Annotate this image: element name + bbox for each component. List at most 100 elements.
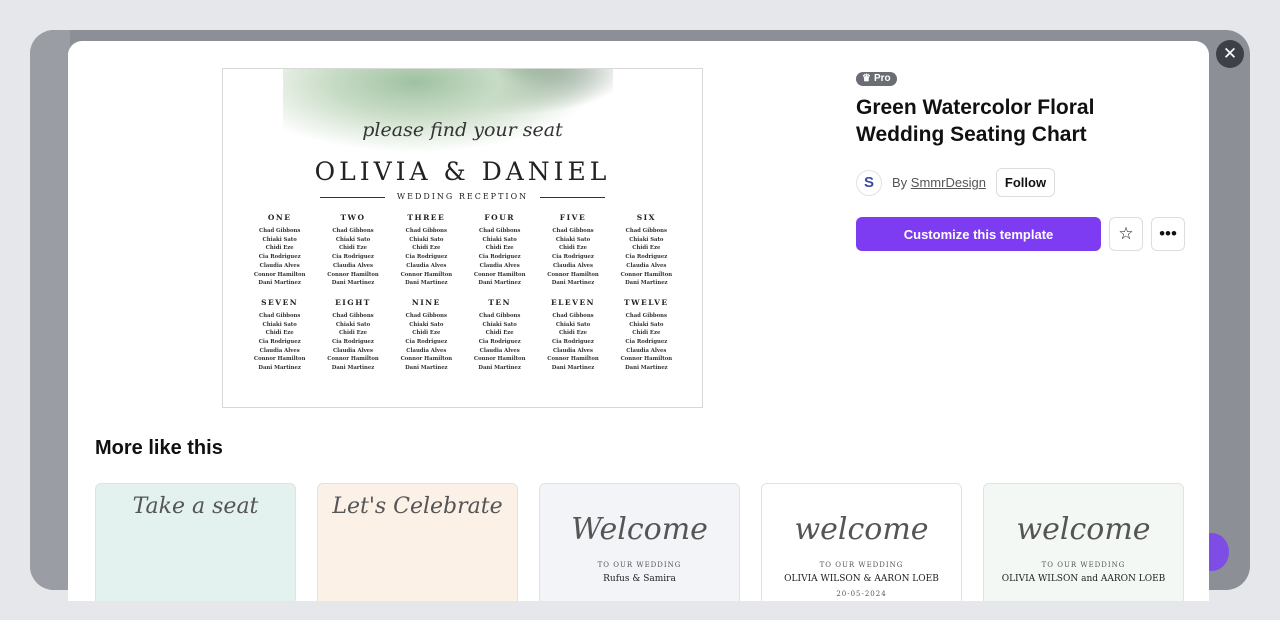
guest-name: Claudia Alves bbox=[552, 262, 594, 269]
template-modal: please find your seat OLIVIA & DANIEL WE… bbox=[68, 41, 1209, 601]
author-byline: By SmmrDesign bbox=[892, 175, 986, 190]
guest-name: Dani Martinez bbox=[551, 280, 595, 287]
guest-name: Dani Martinez bbox=[258, 280, 301, 287]
table-name: THREE bbox=[407, 213, 446, 222]
guest-name: Chiaki Sato bbox=[335, 321, 371, 328]
guest-name: Cia Rodriguez bbox=[552, 254, 594, 261]
guest-name: Chiaki Sato bbox=[262, 321, 297, 328]
customize-template-button[interactable]: Customize this template bbox=[856, 217, 1101, 251]
guest-name: Cia Rodriguez bbox=[332, 339, 374, 346]
guest-name: Connor Hamilton bbox=[400, 271, 453, 278]
table-name: TEN bbox=[488, 297, 511, 307]
guest-name: Chiaki Sato bbox=[409, 321, 444, 328]
author-avatar[interactable]: S bbox=[856, 169, 882, 196]
guest-name: Chad Gibbons bbox=[405, 312, 447, 319]
guest-name: Claudia Alves bbox=[332, 262, 374, 269]
guest-name: Claudia Alves bbox=[332, 347, 374, 354]
guest-name: Chiaki Sato bbox=[555, 321, 591, 328]
table-three: THREE Chad Gibbons Chiaki Sato Chidi Eze Cia… bbox=[390, 213, 463, 288]
guest-name: Chiaki Sato bbox=[482, 236, 517, 243]
guest-name: Chidi Eze bbox=[412, 330, 441, 337]
guest-name: Chad Gibbons bbox=[258, 228, 301, 234]
guest-name: Cia Rodriguez bbox=[405, 254, 448, 261]
guest-name: Dani Martinez bbox=[331, 280, 375, 287]
guest-name: Connor Hamilton bbox=[473, 356, 526, 363]
template-preview[interactable]: please find your seat OLIVIA & DANIEL WE… bbox=[222, 68, 703, 408]
table-nine: NINE Chad Gibbons Chiaki Sato Chidi Eze Cia … bbox=[390, 298, 463, 373]
pro-badge: ♛ Pro bbox=[856, 71, 897, 86]
guest-name: Chidi Eze bbox=[485, 330, 514, 337]
guest-name: Dani Martinez bbox=[405, 280, 448, 287]
table-name: ELEVEN bbox=[550, 297, 596, 307]
guest-name: Chad Gibbons bbox=[552, 312, 594, 319]
guest-name: Cia Rodriguez bbox=[405, 339, 448, 346]
guest-name: Cia Rodriguez bbox=[332, 254, 374, 261]
card-subtitle: TO OUR WEDDING bbox=[1041, 561, 1126, 569]
guest-name: Chiaki Sato bbox=[409, 236, 444, 243]
guest-name: Dani Martinez bbox=[405, 365, 448, 372]
guest-name: Chad Gibbons bbox=[332, 312, 374, 319]
guest-name: Chidi Eze bbox=[558, 245, 588, 252]
more-like-this-heading: More like this bbox=[95, 437, 223, 459]
guest-name: Connor Hamilton bbox=[547, 356, 599, 363]
guest-name: Chidi Eze bbox=[265, 245, 294, 252]
author-link[interactable]: SmmrDesign bbox=[911, 175, 986, 190]
table-name: EIGHT bbox=[335, 297, 371, 307]
preview-script-text: please find your seat bbox=[362, 119, 563, 141]
preview-subtitle: WEDDING RECEPTION bbox=[223, 192, 702, 201]
guest-name: Dani Martinez bbox=[478, 280, 521, 287]
guest-name: Chad Gibbons bbox=[258, 312, 301, 319]
guest-name: Dani Martinez bbox=[258, 365, 301, 372]
guest-name: Chidi Eze bbox=[265, 330, 294, 337]
guest-name: Dani Martinez bbox=[551, 365, 595, 372]
by-label: By bbox=[892, 175, 908, 190]
preview-couple-names: OLIVIA & DANIEL bbox=[314, 157, 611, 186]
table-two: TWO Chad Gibbons Chiaki Sato Chidi Eze Cia R… bbox=[316, 213, 389, 288]
floral-decoration bbox=[283, 69, 613, 159]
table-name: ONE bbox=[267, 213, 292, 222]
more-options-button[interactable]: ••• bbox=[1151, 217, 1185, 251]
table-name: NINE bbox=[411, 297, 441, 307]
guest-name: Cia Rodriguez bbox=[258, 339, 301, 346]
guest-name: Claudia Alves bbox=[626, 347, 667, 354]
table-name: FIVE bbox=[559, 213, 587, 222]
guest-name: Dani Martinez bbox=[478, 365, 521, 372]
table-one: ONE Chad Gibbons Chiaki Sato Chidi Eze Cia R… bbox=[243, 213, 316, 288]
guest-name: Chad Gibbons bbox=[405, 228, 447, 234]
close-button[interactable]: ✕ bbox=[1216, 40, 1244, 68]
guest-name: Cia Rodriguez bbox=[625, 254, 668, 261]
author-row: S By SmmrDesign Follow bbox=[856, 168, 1185, 197]
guest-name: Cia Rodriguez bbox=[478, 339, 521, 346]
related-template-card[interactable]: Let's Celebrate bbox=[317, 483, 518, 601]
guest-name: Chidi Eze bbox=[558, 330, 588, 337]
guest-name: Cia Rodriguez bbox=[478, 254, 521, 261]
table-name: FOUR bbox=[484, 213, 515, 222]
table-name: SIX bbox=[636, 213, 656, 222]
related-template-card[interactable]: welcome TO OUR WEDDING OLIVIA WILSON & AAR… bbox=[761, 483, 962, 601]
guest-name: Connor Hamilton bbox=[327, 271, 379, 278]
guest-name: Claudia Alves bbox=[479, 347, 520, 354]
star-icon: ☆ bbox=[1118, 224, 1134, 243]
card-names: OLIVIA WILSON & AARON LOEB bbox=[784, 574, 939, 584]
guest-name: Cia Rodriguez bbox=[258, 254, 301, 261]
guest-name: Chiaki Sato bbox=[262, 236, 297, 243]
favorite-button[interactable]: ☆ bbox=[1109, 217, 1143, 251]
guest-name: Chidi Eze bbox=[485, 245, 514, 252]
table-seven: SEVEN Chad Gibbons Chiaki Sato Chidi Eze Cia… bbox=[243, 298, 316, 373]
guest-name: Cia Rodriguez bbox=[552, 339, 594, 346]
seating-grid: ONE Chad Gibbons Chiaki Sato Chidi Eze Cia R… bbox=[243, 213, 683, 373]
related-template-card[interactable]: welcome TO OUR WEDDING OLIVIA WILSON and A… bbox=[983, 483, 1184, 601]
guest-name: Chiaki Sato bbox=[555, 236, 591, 243]
ellipsis-icon: ••• bbox=[1159, 224, 1177, 243]
guest-name: Connor Hamilton bbox=[253, 356, 306, 363]
guest-name: Connor Hamilton bbox=[473, 271, 526, 278]
table-name: TWO bbox=[340, 213, 366, 222]
guest-name: Connor Hamilton bbox=[620, 271, 673, 278]
follow-button[interactable]: Follow bbox=[995, 168, 1056, 197]
related-template-card[interactable]: Take a seat bbox=[95, 483, 296, 601]
related-template-card[interactable]: Welcome TO OUR WEDDING Rufus & Samira bbox=[539, 483, 740, 601]
guest-name: Chidi Eze bbox=[412, 245, 441, 252]
related-templates: Take a seat Let's Celebrate Welcome TO OUR … bbox=[95, 483, 1184, 601]
close-icon: ✕ bbox=[1222, 44, 1238, 63]
card-title: Let's Celebrate bbox=[332, 494, 503, 519]
